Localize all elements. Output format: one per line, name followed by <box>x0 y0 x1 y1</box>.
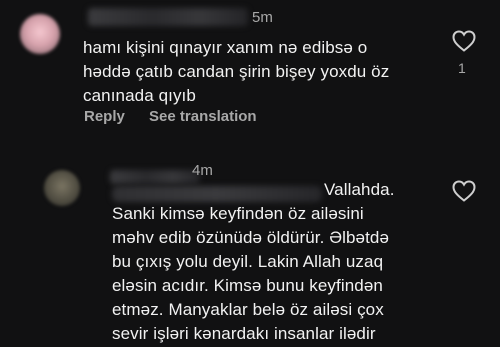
avatar[interactable] <box>20 14 60 54</box>
username-redacted[interactable] <box>88 8 248 26</box>
comment-text: hamı kişini qınayır xanım nə edibsə o hə… <box>83 38 390 105</box>
comment-time: 4m <box>192 162 213 179</box>
like-count: 1 <box>458 60 466 76</box>
comment-item: 4m Vallahda. Sanki kimsə keyfindən öz ai… <box>0 150 500 347</box>
comment-time: 5m <box>252 9 273 26</box>
comment-item: 5m hamı kişini qınayır xanım nə edibsə o… <box>0 0 500 150</box>
like-heart-icon[interactable] <box>452 30 476 52</box>
avatar[interactable] <box>44 170 80 206</box>
reply-button[interactable]: Reply <box>84 108 125 125</box>
comment-text: Vallahda. Sanki kimsə keyfindən öz ailəs… <box>112 178 442 346</box>
comment-text-first: Vallahda. <box>324 180 395 199</box>
comment-actions: Reply See translation <box>84 108 277 125</box>
see-translation-button[interactable]: See translation <box>149 108 257 125</box>
like-heart-icon[interactable] <box>452 180 476 202</box>
comment-text-rest: Sanki kimsə keyfindən öz ailəsini məhv e… <box>112 204 390 343</box>
